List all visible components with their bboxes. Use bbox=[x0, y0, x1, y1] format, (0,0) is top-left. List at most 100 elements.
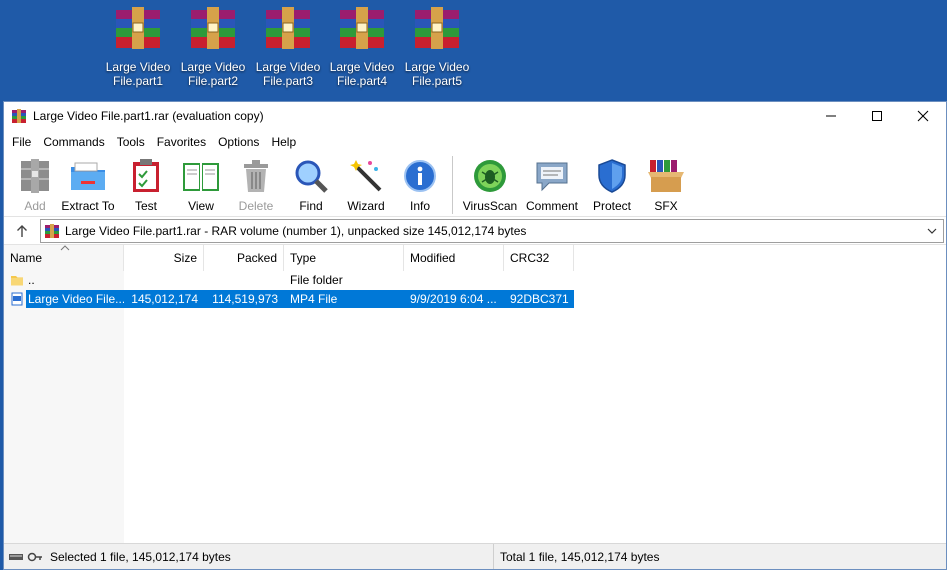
winrar-archive-icon bbox=[415, 7, 459, 49]
magic-wand-icon bbox=[350, 160, 382, 192]
column-headers: Name Size Packed Type Modified CRC32 bbox=[4, 245, 946, 271]
menu-commands[interactable]: Commands bbox=[37, 131, 110, 153]
info-button[interactable]: Info bbox=[394, 153, 446, 213]
desktop-icon-label-2b: File.part2 bbox=[187, 74, 239, 88]
toolbar: Add Extract To Test View Delete Find Wiz… bbox=[4, 153, 946, 217]
menu-bar: File Commands Tools Favorites Options He… bbox=[4, 130, 946, 153]
trash-icon bbox=[244, 160, 268, 192]
test-clipboard-icon bbox=[133, 159, 159, 192]
column-crc-label: CRC32 bbox=[510, 251, 550, 265]
winrar-archive-icon bbox=[266, 7, 310, 49]
find-label: Find bbox=[299, 199, 323, 213]
shield-icon bbox=[598, 159, 626, 193]
file-list[interactable]: Name Size Packed Type Modified CRC32 .. … bbox=[4, 245, 946, 544]
window-title: Large Video File.part1.rar (evaluation c… bbox=[33, 109, 264, 123]
video-file-icon bbox=[11, 292, 23, 306]
close-icon bbox=[917, 110, 929, 122]
row-size: 145,012,174 bbox=[124, 290, 204, 308]
column-header-modified[interactable]: Modified bbox=[404, 245, 504, 271]
comment-icon bbox=[536, 162, 568, 192]
desktop-icon-label-3b: File.part3 bbox=[262, 74, 314, 88]
desktop-icon-part3[interactable]: Large Video File.part3 bbox=[253, 6, 323, 88]
status-selected: Selected 1 file, 145,012,174 bytes bbox=[50, 549, 231, 564]
desktop-icon-label-5b: File.part5 bbox=[411, 74, 463, 88]
desktop-icon-part2[interactable]: Large Video File.part2 bbox=[178, 6, 248, 88]
folder-icon bbox=[11, 276, 23, 286]
virusscan-label: VirusScan bbox=[462, 199, 518, 213]
status-bar: Selected 1 file, 145,012,174 bytes Total… bbox=[4, 543, 946, 569]
sfx-label: SFX bbox=[654, 199, 678, 213]
winrar-window: Large Video File.part1.rar (evaluation c… bbox=[3, 101, 947, 570]
row-size bbox=[124, 271, 204, 289]
status-left-pane: Selected 1 file, 145,012,174 bytes bbox=[4, 544, 494, 569]
delete-label: Delete bbox=[238, 199, 274, 213]
add-button[interactable]: Add bbox=[12, 153, 58, 213]
test-button[interactable]: Test bbox=[118, 153, 174, 213]
menu-options[interactable]: Options bbox=[212, 131, 265, 153]
column-header-type[interactable]: Type bbox=[284, 245, 404, 271]
table-row-parent[interactable]: .. File folder bbox=[4, 271, 574, 289]
row-packed: 114,519,973 bbox=[204, 290, 284, 308]
protect-button[interactable]: Protect bbox=[583, 153, 641, 213]
winrar-archive-icon bbox=[340, 7, 384, 49]
desktop-icon-label-5a: Large Video bbox=[404, 60, 470, 74]
desktop-icon-part5[interactable]: Large Video File.part5 bbox=[402, 6, 472, 88]
column-header-crc32[interactable]: CRC32 bbox=[504, 245, 574, 271]
row-name: Large Video File.... bbox=[26, 290, 124, 308]
menu-help[interactable]: Help bbox=[265, 131, 302, 153]
sfx-box-icon bbox=[648, 160, 684, 192]
minimize-button[interactable] bbox=[808, 102, 854, 130]
virusscan-button[interactable]: VirusScan bbox=[459, 153, 521, 213]
comment-label: Comment bbox=[525, 199, 578, 213]
test-label: Test bbox=[134, 199, 157, 213]
wizard-label: Wizard bbox=[347, 199, 385, 213]
path-text: Large Video File.part1.rar - RAR volume … bbox=[65, 223, 527, 238]
virus-scan-icon bbox=[474, 160, 506, 192]
view-book-icon bbox=[183, 163, 219, 191]
menu-tools[interactable]: Tools bbox=[111, 131, 151, 153]
column-header-size[interactable]: Size bbox=[124, 245, 204, 271]
column-size-label: Size bbox=[173, 251, 197, 265]
find-button[interactable]: Find bbox=[284, 153, 338, 213]
sort-ascending-icon bbox=[60, 245, 70, 251]
delete-button[interactable]: Delete bbox=[228, 153, 284, 213]
desktop-icon-part1[interactable]: Large Video File.part1 bbox=[103, 6, 173, 88]
add-archive-icon bbox=[21, 159, 49, 193]
sfx-button[interactable]: SFX bbox=[641, 153, 691, 213]
path-combobox[interactable]: Large Video File.part1.rar - RAR volume … bbox=[40, 218, 944, 243]
maximize-icon bbox=[872, 111, 882, 121]
desktop-icon-part4[interactable]: Large Video File.part4 bbox=[327, 6, 397, 88]
status-total: Total 1 file, 145,012,174 bytes bbox=[500, 549, 660, 564]
maximize-button[interactable] bbox=[854, 102, 900, 130]
row-name-cell: .. bbox=[4, 271, 124, 289]
toolbar-separator bbox=[452, 156, 453, 214]
menu-file[interactable]: File bbox=[6, 131, 37, 153]
extract-to-label: Extract To bbox=[61, 199, 115, 213]
row-type: File folder bbox=[290, 273, 343, 287]
column-type-label: Type bbox=[290, 251, 317, 265]
address-bar: Large Video File.part1.rar - RAR volume … bbox=[4, 217, 946, 245]
wizard-button[interactable]: Wizard bbox=[338, 153, 394, 213]
extract-to-button[interactable]: Extract To bbox=[58, 153, 118, 213]
row-name: .. bbox=[28, 273, 35, 287]
title-bar[interactable]: Large Video File.part1.rar (evaluation c… bbox=[4, 102, 946, 130]
column-name-label: Name bbox=[10, 251, 43, 265]
desktop-icon-label-1a: Large Video bbox=[105, 60, 171, 74]
chevron-down-icon[interactable] bbox=[921, 228, 943, 234]
row-modified: 9/9/2019 6:04 ... bbox=[404, 290, 504, 308]
extract-folder-icon bbox=[71, 162, 105, 190]
winrar-archive-icon bbox=[116, 7, 160, 49]
close-button[interactable] bbox=[900, 102, 946, 130]
up-folder-button[interactable] bbox=[4, 218, 40, 244]
row-crc: 92DBC371 bbox=[504, 290, 574, 308]
column-header-packed[interactable]: Packed bbox=[204, 245, 284, 271]
comment-button[interactable]: Comment bbox=[521, 153, 583, 213]
menu-favorites[interactable]: Favorites bbox=[151, 131, 212, 153]
winrar-archive-icon bbox=[191, 7, 235, 49]
row-name-cell: Large Video File.... bbox=[4, 290, 124, 308]
row-modified bbox=[404, 271, 504, 289]
view-button[interactable]: View bbox=[174, 153, 228, 213]
winrar-app-icon bbox=[12, 109, 26, 123]
table-row-selected[interactable]: Large Video File.... 145,012,174 114,519… bbox=[4, 290, 574, 308]
column-header-name[interactable]: Name bbox=[4, 245, 124, 271]
